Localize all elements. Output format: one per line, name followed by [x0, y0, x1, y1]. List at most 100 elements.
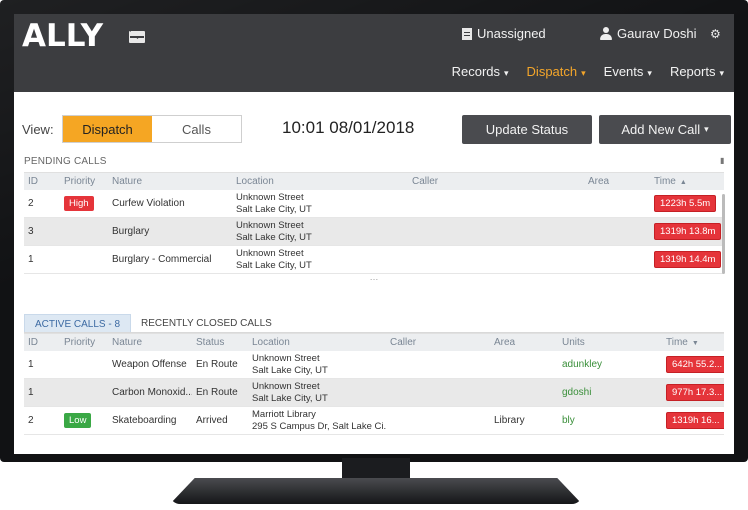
cell-priority: Low — [60, 413, 108, 428]
cell-location: Unknown Street Salt Lake City, UT — [252, 352, 328, 376]
elapsed-time-badge: 1223h 5.5m — [654, 195, 717, 212]
cell-id: 3 — [28, 226, 34, 237]
cell-time: 1319h 13.8m — [650, 223, 724, 240]
pending-calls-table: ID Priority Nature Location Caller Area … — [24, 172, 724, 282]
view-toggle: Dispatch Calls — [62, 115, 242, 143]
cell-units[interactable]: adunkley — [558, 359, 662, 370]
table-row[interactable]: 2 High Curfew Violation Unknown Street Sa… — [24, 190, 724, 218]
user-icon — [600, 27, 612, 40]
col-location[interactable]: Location — [248, 337, 386, 348]
col-location[interactable]: Location — [232, 176, 408, 187]
mail-icon[interactable] — [129, 31, 145, 43]
table-row[interactable]: 1 Carbon Monoxid... En Route Unknown Str… — [24, 379, 724, 407]
col-nature[interactable]: Nature — [108, 337, 192, 348]
cell-time: 1319h 14.4m — [650, 251, 724, 268]
cell-time: 1223h 5.5m — [650, 195, 724, 212]
document-icon — [462, 27, 472, 40]
table-row[interactable]: 3 Burglary Unknown Street Salt Lake City,… — [24, 218, 724, 246]
pin-icon[interactable]: ▮ — [720, 156, 724, 165]
table-row[interactable]: 1 Weapon Offense En Route Unknown Street… — [24, 351, 724, 379]
cell-units[interactable]: gdoshi — [558, 387, 662, 398]
cell-time: 642h 55.2... — [662, 356, 724, 373]
update-status-button[interactable]: Update Status — [462, 115, 592, 144]
cell-location: Unknown Street Salt Lake City, UT — [236, 219, 312, 243]
cell-id: 2 — [28, 198, 34, 209]
priority-low-badge: Low — [64, 413, 92, 428]
nav-records[interactable]: Records ▾ — [452, 64, 509, 79]
view-calls-option[interactable]: Calls — [152, 116, 241, 142]
col-time[interactable]: Time ▼ — [662, 337, 724, 348]
col-id[interactable]: ID — [24, 337, 60, 348]
unassigned-link[interactable]: Unassigned — [462, 26, 546, 41]
nav-reports[interactable]: Reports ▾ — [670, 64, 724, 79]
cell-nature: Burglary — [112, 226, 150, 237]
add-new-call-button[interactable]: Add New Call ▾ — [599, 115, 731, 144]
cell-nature: Weapon Offense — [112, 359, 187, 370]
cell-time: 977h 17.3... — [662, 384, 724, 401]
cell-id: 1 — [28, 359, 34, 370]
current-datetime: 10:01 08/01/2018 — [282, 118, 415, 137]
col-priority[interactable]: Priority — [60, 176, 108, 187]
monitor-frame: ALLY Unassigned Gaurav Doshi ⚙ Records ▾ … — [0, 0, 748, 462]
elapsed-time-badge: 1319h 14.4m — [654, 251, 722, 268]
tab-active-calls[interactable]: ACTIVE CALLS - 8 — [24, 314, 132, 334]
col-time[interactable]: Time ▲ — [650, 176, 724, 187]
cell-nature: Skateboarding — [112, 415, 177, 426]
elapsed-time-badge: 642h 55.2... — [666, 356, 724, 373]
elapsed-time-badge: 1319h 13.8m — [654, 223, 722, 240]
elapsed-time-badge: 1319h 16... — [666, 412, 724, 429]
cell-status: En Route — [196, 359, 238, 370]
app-header: ALLY Unassigned Gaurav Doshi ⚙ Records ▾ … — [14, 14, 734, 92]
table-row[interactable]: 1 Burglary - Commercial Unknown Street Sa… — [24, 246, 724, 274]
main-nav: Records ▾ Dispatch ▾ Events ▾ Reports ▾ — [452, 64, 724, 79]
cell-status: Arrived — [196, 415, 228, 426]
cell-location: Unknown Street Salt Lake City, UT — [236, 191, 312, 215]
table-row[interactable]: 2 Low Skateboarding Arrived Marriott Lib… — [24, 407, 724, 435]
priority-high-badge: High — [64, 196, 94, 211]
active-calls-table: ID Priority Nature Status Location Calle… — [24, 333, 724, 435]
nav-dispatch[interactable]: Dispatch ▾ — [527, 64, 586, 79]
app-logo: ALLY — [22, 18, 104, 54]
cell-location: Unknown Street Salt Lake City, UT — [252, 380, 328, 404]
elapsed-time-badge: 977h 17.3... — [666, 384, 724, 401]
col-status[interactable]: Status — [192, 337, 248, 348]
user-menu[interactable]: Gaurav Doshi — [600, 26, 696, 41]
app-screen: ALLY Unassigned Gaurav Doshi ⚙ Records ▾ … — [14, 14, 734, 454]
col-priority[interactable]: Priority — [60, 337, 108, 348]
col-area[interactable]: Area — [490, 337, 558, 348]
table-header: ID Priority Nature Location Caller Area … — [24, 172, 724, 190]
nav-events[interactable]: Events ▾ — [604, 64, 652, 79]
chevron-down-icon: ▾ — [504, 68, 509, 78]
col-units[interactable]: Units — [558, 337, 662, 348]
view-dispatch-option[interactable]: Dispatch — [63, 116, 152, 142]
col-caller[interactable]: Caller — [408, 176, 584, 187]
pending-calls-title: PENDING CALLS — [24, 156, 107, 167]
pending-scrollbar[interactable] — [722, 194, 725, 274]
chevron-down-icon: ▾ — [719, 68, 724, 78]
monitor-base — [170, 478, 582, 504]
user-name: Gaurav Doshi — [617, 26, 697, 41]
cell-nature: Curfew Violation — [112, 198, 185, 209]
cell-id: 2 — [28, 415, 34, 426]
cell-area: Library — [494, 415, 525, 426]
gear-icon[interactable]: ⚙ — [710, 27, 721, 41]
table-header: ID Priority Nature Status Location Calle… — [24, 333, 724, 351]
cell-location: Unknown Street Salt Lake City, UT — [236, 247, 312, 271]
cell-priority: High — [60, 196, 108, 211]
cell-status: En Route — [196, 387, 238, 398]
cell-nature: Carbon Monoxid... — [112, 387, 192, 398]
col-caller[interactable]: Caller — [386, 337, 490, 348]
sort-desc-icon: ▼ — [691, 340, 699, 347]
tab-recently-closed-calls[interactable]: RECENTLY CLOSED CALLS — [131, 314, 282, 334]
col-area[interactable]: Area — [584, 176, 650, 187]
col-id[interactable]: ID — [24, 176, 60, 187]
calls-tabs: ACTIVE CALLS - 8 RECENTLY CLOSED CALLS — [24, 314, 282, 334]
col-nature[interactable]: Nature — [108, 176, 232, 187]
chevron-down-icon: ▾ — [647, 68, 652, 78]
view-label: View: — [22, 122, 54, 137]
unassigned-label: Unassigned — [477, 26, 546, 41]
cell-nature: Burglary - Commercial — [112, 254, 212, 265]
resize-handle[interactable]: … — [24, 273, 724, 282]
cell-units[interactable]: bly — [558, 415, 662, 426]
cell-id: 1 — [28, 387, 34, 398]
